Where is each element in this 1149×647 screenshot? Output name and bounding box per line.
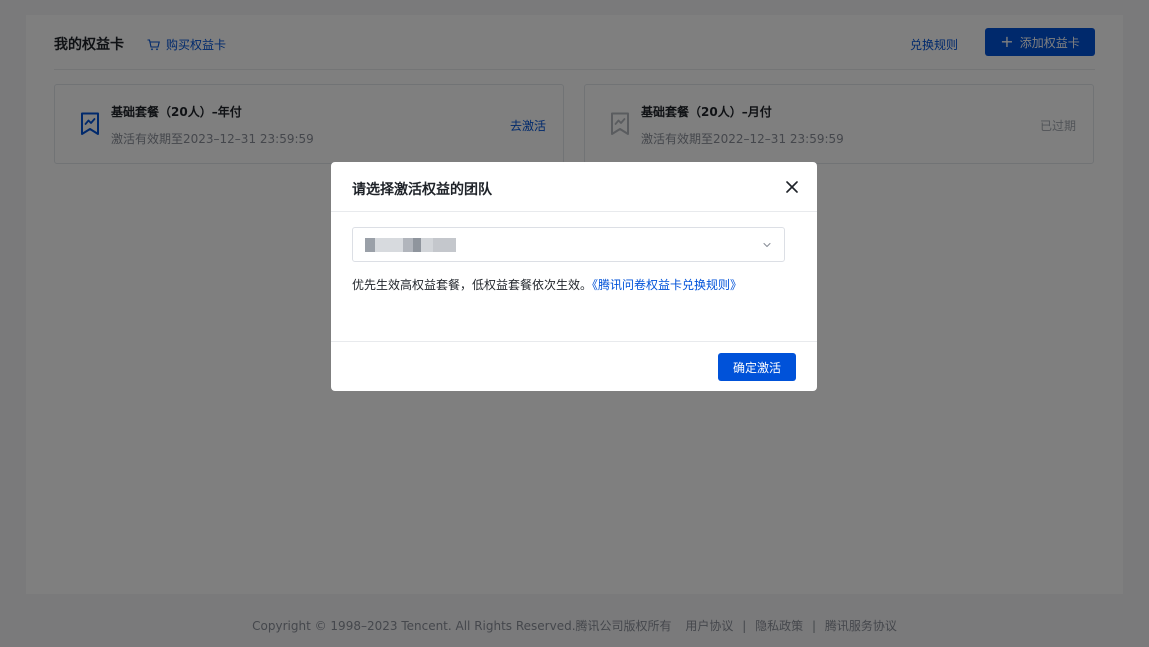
- confirm-activate-button[interactable]: 确定激活: [718, 353, 796, 381]
- close-icon: [786, 181, 798, 193]
- hint-text: 优先生效高权益套餐，低权益套餐依次生效。: [352, 278, 593, 292]
- dialog-header: 请选择激活权益的团队: [331, 162, 817, 212]
- dialog-footer: 确定激活: [331, 341, 817, 391]
- dialog-title: 请选择激活权益的团队: [352, 182, 492, 198]
- redeem-rules-doc-link[interactable]: 《腾讯问卷权益卡兑换规则》: [592, 278, 742, 292]
- activate-team-dialog: 请选择激活权益的团队 优先生效高权益套餐，低权益套餐依次生效。《腾讯问卷权益卡兑…: [331, 162, 817, 391]
- activation-hint: 优先生效高权益套餐，低权益套餐依次生效。《腾讯问卷权益卡兑换规则》: [352, 276, 742, 293]
- close-button[interactable]: [783, 178, 801, 196]
- team-select[interactable]: [352, 227, 785, 262]
- chevron-down-icon: [763, 242, 771, 248]
- selected-team-redacted: [365, 238, 456, 252]
